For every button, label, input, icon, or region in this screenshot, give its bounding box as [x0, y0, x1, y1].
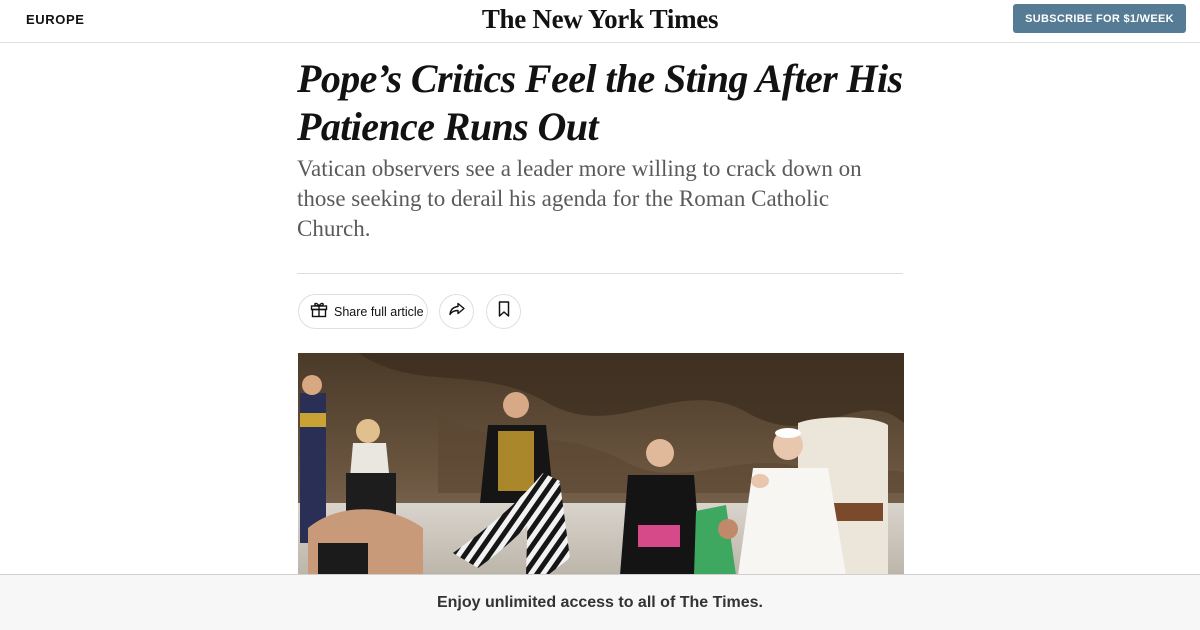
bookmark-icon [494, 299, 514, 324]
save-button[interactable] [486, 294, 521, 329]
article-photo [298, 353, 904, 575]
banner-text: Enjoy unlimited access to all of The Tim… [436, 593, 763, 611]
site-header: EUROPE The New York Times SUBSCRIBE FOR … [0, 0, 1200, 43]
subscribe-button[interactable]: SUBSCRIBE FOR $1/WEEK [1013, 4, 1186, 33]
divider [297, 273, 903, 274]
subscription-banner[interactable]: Enjoy unlimited access to all of The Tim… [0, 574, 1200, 630]
share-full-article-button[interactable]: Share full article [298, 294, 428, 329]
article-headline: Pope’s Critics Feel the Sting After His … [297, 56, 903, 149]
article-summary: Vatican observers see a leader more will… [297, 156, 862, 241]
gift-icon [309, 299, 329, 324]
share-arrow-icon [447, 299, 467, 324]
share-full-article-label: Share full article [334, 304, 424, 319]
share-button[interactable] [439, 294, 474, 329]
